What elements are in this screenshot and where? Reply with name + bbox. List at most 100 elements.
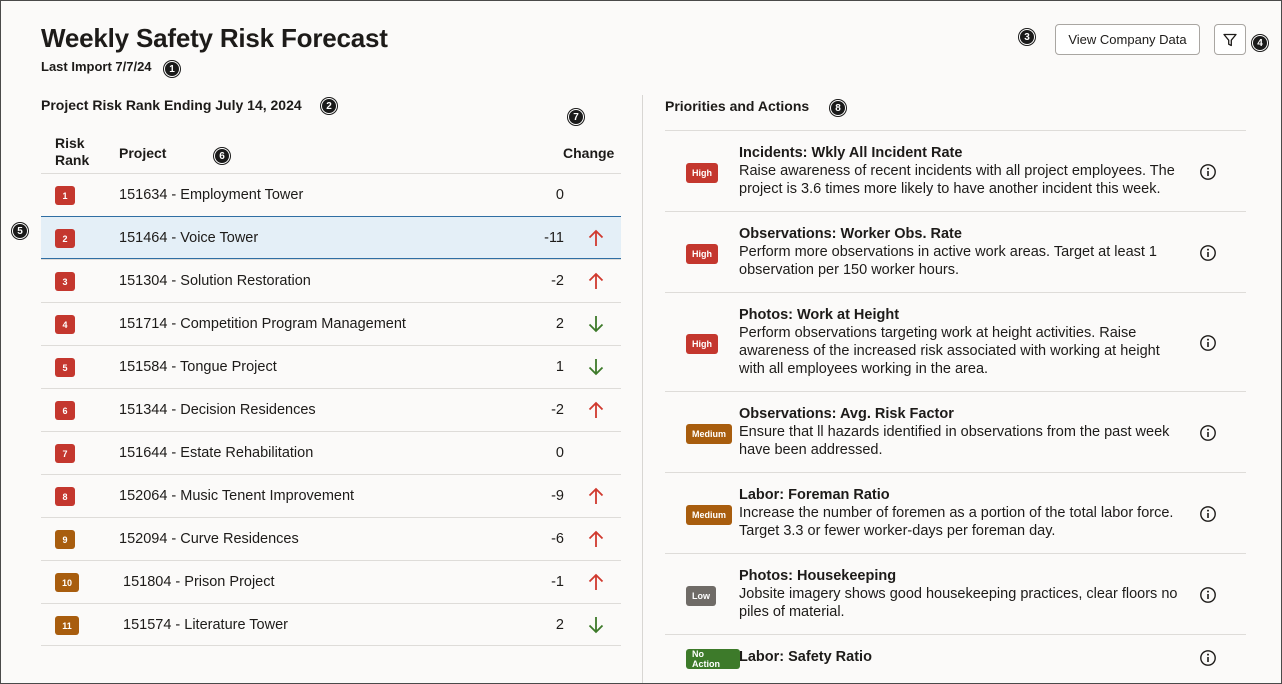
rank-change-value: -6 (551, 531, 564, 547)
table-row[interactable]: 7 151644 - Estate Rehabilitation 0 (41, 431, 621, 474)
callout-marker-4: 4 (1252, 35, 1268, 51)
priority-description: Perform observations targeting work at h… (739, 325, 1160, 377)
table-row[interactable]: 8 152064 - Music Tenent Improvement -9 (41, 474, 621, 517)
column-header-change[interactable]: Change (563, 145, 614, 161)
risk-rank-badge: 4 (55, 315, 75, 334)
view-company-data-button[interactable]: View Company Data (1055, 24, 1200, 55)
project-name: 151714 - Competition Program Management (119, 316, 406, 332)
priority-level-badge: High (686, 334, 718, 354)
project-name: 151644 - Estate Rehabilitation (119, 445, 314, 461)
project-name: 151584 - Tongue Project (119, 359, 277, 375)
priority-level-badge: Medium (686, 424, 732, 444)
priority-level-badge: Medium (686, 505, 732, 525)
table-row[interactable]: 10 151804 - Prison Project -1 (41, 560, 621, 603)
priority-title: Observations: Avg. Risk Factor (739, 406, 954, 422)
priority-item: High Incidents: Wkly All Incident Rate Rai… (665, 130, 1246, 211)
rank-change-value: -1 (551, 574, 564, 590)
table-row[interactable]: 9 152094 - Curve Residences -6 (41, 517, 621, 560)
risk-rank-badge: 8 (55, 487, 75, 506)
risk-rank-badge: 10 (55, 573, 79, 592)
arrow-up-icon (588, 487, 604, 504)
callout-marker-2: 2 (321, 98, 337, 114)
arrow-down-icon (588, 359, 604, 376)
priority-item: Low Photos: Housekeeping Jobsite imagery s… (665, 553, 1246, 634)
callout-marker-3: 3 (1019, 29, 1035, 45)
callout-marker-6: 6 (214, 148, 230, 164)
rank-change-value: 2 (555, 617, 564, 633)
project-name: 152094 - Curve Residences (119, 531, 299, 547)
priority-item: Medium Observations: Avg. Risk Factor Ensu… (665, 391, 1246, 472)
priorities-title: Priorities and Actions (665, 98, 810, 114)
priority-item: High Photos: Work at Height Perform observ… (665, 292, 1246, 391)
arrow-up-icon (588, 272, 604, 289)
column-header-project[interactable]: Project (119, 145, 166, 161)
info-icon[interactable] (1199, 334, 1217, 352)
rank-change-value: 0 (555, 445, 564, 461)
project-name: 151304 - Solution Restoration (119, 273, 311, 289)
info-icon[interactable] (1199, 424, 1217, 442)
priority-description: Jobsite imagery shows good housekeeping … (739, 586, 1178, 620)
filter-button[interactable] (1214, 24, 1246, 55)
risk-rank-badge: 3 (55, 272, 75, 291)
page-title: Weekly Safety Risk Forecast (41, 23, 388, 53)
risk-table-title: Project Risk Rank Ending July 14, 2024 (41, 97, 302, 113)
risk-rank-badge: 6 (55, 401, 75, 420)
table-row[interactable]: 1 151634 - Employment Tower 0 (41, 173, 621, 216)
info-icon[interactable] (1199, 163, 1217, 181)
priority-item: Medium Labor: Foreman Ratio Increase the n… (665, 472, 1246, 553)
priority-description: Ensure that ll hazards identified in obs… (739, 424, 1170, 458)
rank-change-value: -11 (544, 230, 564, 246)
priority-title: Photos: Housekeeping (739, 568, 897, 584)
info-icon[interactable] (1199, 586, 1217, 604)
info-icon[interactable] (1199, 649, 1217, 667)
info-icon[interactable] (1199, 244, 1217, 262)
rank-change-value: -2 (551, 402, 564, 418)
risk-rank-badge: 11 (55, 616, 79, 635)
callout-marker-1: 1 (164, 61, 180, 77)
priority-level-badge: No Action (686, 649, 740, 669)
arrow-down-icon (588, 617, 604, 634)
risk-rank-badge: 5 (55, 358, 75, 377)
project-name: 151634 - Employment Tower (119, 187, 304, 203)
risk-rank-badge: 2 (55, 229, 75, 248)
column-header-risk-rank[interactable]: Risk Rank (55, 135, 95, 169)
table-row[interactable]: 11 151574 - Literature Tower 2 (41, 603, 621, 646)
priorities-list: High Incidents: Wkly All Incident Rate Rai… (665, 130, 1246, 679)
arrow-up-icon (588, 229, 604, 246)
table-row[interactable]: 5 151584 - Tongue Project 1 (41, 345, 621, 388)
callout-marker-5: 5 (12, 223, 28, 239)
table-row[interactable]: 3 151304 - Solution Restoration -2 (41, 259, 621, 302)
project-name: 151344 - Decision Residences (119, 402, 316, 418)
project-name: 152064 - Music Tenent Improvement (119, 488, 355, 504)
callout-marker-8: 8 (830, 100, 846, 116)
rank-change-value: 0 (555, 187, 564, 203)
priority-level-badge: Low (686, 586, 716, 606)
rank-change-value: -9 (551, 488, 564, 504)
priority-level-badge: High (686, 163, 718, 183)
arrow-down-icon (588, 316, 604, 333)
priority-title: Incidents: Wkly All Incident Rate (739, 145, 963, 161)
table-row[interactable]: 2 151464 - Voice Tower -11 (41, 216, 621, 259)
arrow-up-icon (588, 530, 604, 547)
filter-icon (1223, 33, 1237, 46)
priority-description: Increase the number of foremen as a port… (739, 505, 1174, 539)
project-name: 151804 - Prison Project (123, 574, 275, 590)
rank-change-value: 2 (555, 316, 564, 332)
table-row[interactable]: 4 151714 - Competition Program Management… (41, 302, 621, 345)
risk-rank-badge: 9 (55, 530, 75, 549)
table-row[interactable]: 6 151344 - Decision Residences -2 (41, 388, 621, 431)
risk-rank-badge: 7 (55, 444, 75, 463)
panel-divider (642, 95, 643, 683)
project-name: 151574 - Literature Tower (123, 617, 288, 633)
priority-title: Labor: Safety Ratio (739, 649, 872, 665)
priority-description: Perform more observations in active work… (739, 244, 1158, 278)
rank-change-value: -2 (551, 273, 564, 289)
priority-item: No Action Labor: Safety Ratio (665, 634, 1246, 679)
callout-marker-7: 7 (568, 109, 584, 125)
info-icon[interactable] (1199, 505, 1217, 523)
risk-table-body: 1 151634 - Employment Tower 0 2 151464 - Voi… (41, 173, 621, 646)
priority-title: Labor: Foreman Ratio (739, 487, 890, 503)
rank-change-value: 1 (555, 359, 564, 375)
priority-description: Raise awareness of recent incidents with… (739, 163, 1175, 197)
project-name: 151464 - Voice Tower (119, 230, 259, 246)
